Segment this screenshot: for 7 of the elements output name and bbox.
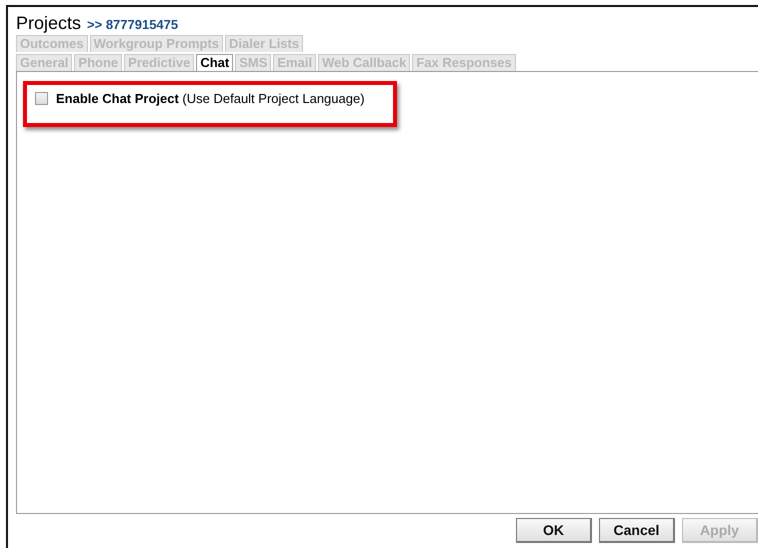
dialog-button[interactable]: OK bbox=[516, 518, 592, 543]
breadcrumb-link[interactable]: >> 8777915475 bbox=[87, 17, 178, 32]
page-title: Projects bbox=[16, 13, 82, 34]
checkbox[interactable] bbox=[35, 92, 48, 105]
dialog-button[interactable]: Cancel bbox=[599, 518, 675, 543]
tab[interactable]: Chat bbox=[196, 54, 234, 71]
option-label: Enable Chat Project (Use Default Project Language) bbox=[56, 91, 365, 106]
